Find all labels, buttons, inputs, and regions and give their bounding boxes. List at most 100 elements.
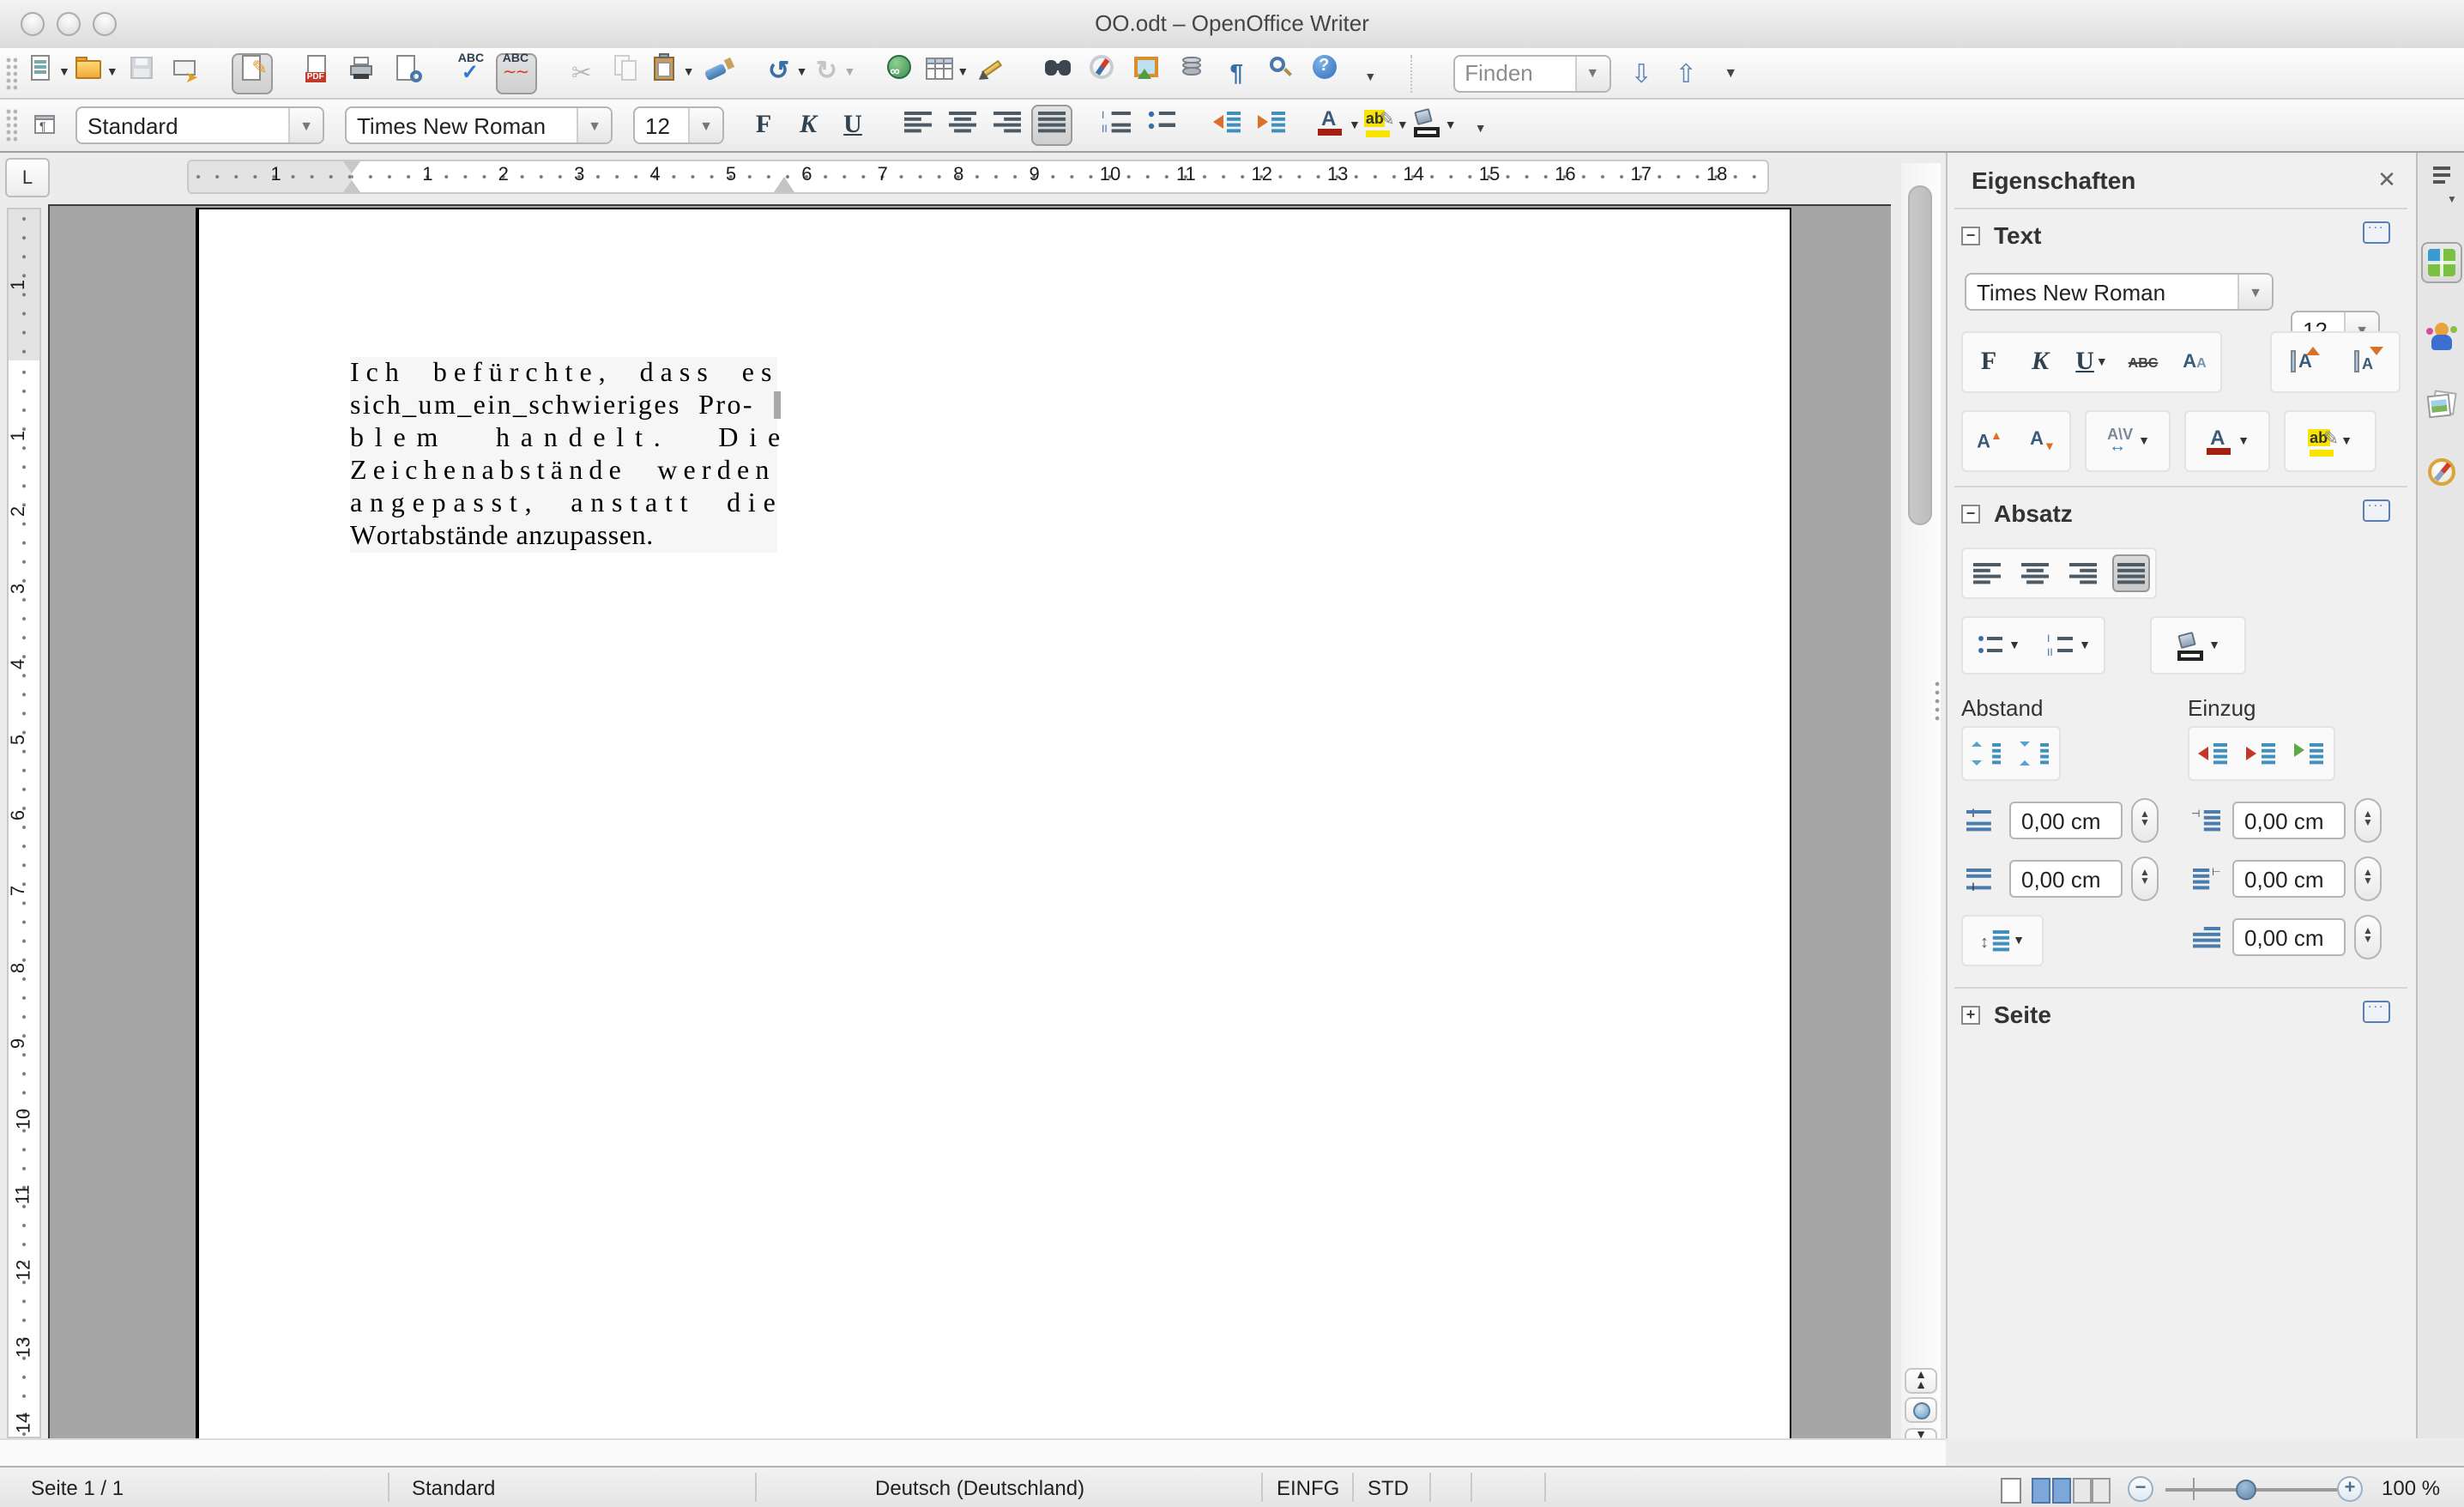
chevron-down-icon[interactable]: ▼	[2008, 639, 2020, 651]
chevron-down-icon[interactable]: ▼	[2340, 435, 2352, 447]
numbered-list-button[interactable]: I II	[1096, 105, 1138, 146]
tab-gallery[interactable]	[2421, 384, 2462, 426]
expand-icon[interactable]: +	[1961, 1005, 1980, 1024]
find-replace-button[interactable]	[1037, 52, 1078, 94]
collapse-icon[interactable]: −	[1961, 504, 1980, 523]
sidebar-font-name-combobox[interactable]: Times New Roman ▼	[1965, 273, 2274, 311]
status-language[interactable]: Deutsch (Deutschland)	[875, 1476, 1084, 1500]
help-button[interactable]: ?	[1305, 52, 1346, 94]
spacing-above-spinner[interactable]: ▲ ▼	[2131, 798, 2159, 843]
document-text-line[interactable]: Ich befürchte, dass es	[350, 357, 777, 390]
open-button[interactable]: ▼	[74, 52, 118, 94]
toolbar-overflow-button[interactable]: ▼	[1350, 52, 1391, 94]
paragraph-style-combobox[interactable]: Standard ▼	[75, 106, 324, 144]
spacing-below-field[interactable]: 0,00 cm	[2009, 860, 2123, 898]
zoom-button[interactable]	[1260, 52, 1301, 94]
align-left-button[interactable]	[897, 105, 939, 146]
character-spacing-button[interactable]: A\V ↔ ▼	[2105, 422, 2150, 460]
status-page[interactable]: Seite 1 / 1	[31, 1476, 124, 1500]
chevron-down-icon[interactable]: ▼	[796, 67, 808, 79]
spacing-above-field[interactable]: 0,00 cm	[2009, 802, 2123, 839]
document-page[interactable]: Ich befürchte, dass es sich_um_ein_schwie…	[199, 208, 1791, 1438]
spacing-below-spinner[interactable]: ▲ ▼	[2131, 856, 2159, 901]
chevron-down-icon[interactable]: ▼	[2096, 356, 2108, 368]
right-indent-marker[interactable]	[774, 177, 794, 192]
sidebar-align-right-button[interactable]	[2064, 554, 2102, 592]
insert-table-button[interactable]: ▼	[924, 52, 969, 94]
find-combobox[interactable]: Finden ▼	[1452, 54, 1611, 92]
indent-after-field[interactable]: 0,00 cm	[2232, 860, 2346, 898]
superscript-button[interactable]: A▲	[1971, 422, 2008, 460]
gallery-button[interactable]	[1126, 52, 1168, 94]
hanging-indent-button[interactable]	[2291, 735, 2328, 772]
tab-properties[interactable]	[2421, 242, 2462, 283]
chevron-down-icon[interactable]: ▼	[1445, 119, 1457, 131]
sidebar-close-button[interactable]: ✕	[2373, 166, 2401, 194]
font-size-combobox[interactable]: 12 ▼	[633, 106, 724, 144]
tab-stop-selector[interactable]: L	[5, 158, 50, 197]
document-text-line[interactable]: Wortabstände anzupassen.	[350, 520, 777, 553]
scrollbar-thumb[interactable]	[1908, 185, 1932, 525]
export-pdf-button[interactable]: PDF	[297, 52, 338, 94]
toolbar-drag-handle[interactable]	[5, 108, 17, 142]
decrease-indent-button[interactable]	[1206, 105, 1247, 146]
chevron-down-icon[interactable]: ▼	[844, 67, 856, 79]
sidebar-splitter-handle[interactable]	[1932, 680, 1942, 724]
spellcheck-button[interactable]: ABC ✓	[451, 52, 492, 94]
zoom-slider-thumb[interactable]	[2236, 1480, 2256, 1500]
redo-button[interactable]: ↻ ▼	[812, 52, 856, 94]
data-sources-button[interactable]	[1171, 52, 1212, 94]
chevron-down-icon[interactable]: ▼	[288, 108, 323, 142]
chevron-down-icon[interactable]: ▼	[2079, 639, 2091, 651]
horizontal-ruler[interactable]: 1 1 2 3 4 5 6 7 8 9 10 11 12 13 14 15 16 17 18	[187, 160, 1769, 194]
indent-after-spinner[interactable]: ▲ ▼	[2354, 856, 2382, 901]
chevron-down-icon[interactable]: ▼	[58, 67, 70, 79]
chevron-down-icon[interactable]: ▼	[1397, 119, 1409, 131]
indent-before-spinner[interactable]: ▲ ▼	[2354, 798, 2382, 843]
copy-button[interactable]	[606, 52, 647, 94]
cut-button[interactable]: ✂	[561, 52, 602, 94]
background-color-button[interactable]: ▼	[1412, 105, 1457, 146]
decrease-indent-button[interactable]	[2243, 735, 2280, 772]
grow-font-button[interactable]: A	[2285, 343, 2322, 381]
chevron-down-icon[interactable]: ▼	[957, 67, 969, 79]
increase-indent-button[interactable]	[2195, 735, 2232, 772]
vertical-scrollbar[interactable]: ▲▲ ▼▼	[1901, 163, 1941, 1454]
sidebar-align-center-button[interactable]	[2016, 554, 2054, 592]
find-previous-button[interactable]: ⇧	[1665, 52, 1706, 94]
paragraph-background-button[interactable]: ▼	[2176, 626, 2220, 664]
document-text-line[interactable]: sich_um_ein_schwieriges Pro-	[350, 390, 777, 422]
page-preview-button[interactable]	[386, 52, 427, 94]
chevron-down-icon[interactable]: ▼	[2208, 639, 2220, 651]
navigator-button[interactable]	[1082, 52, 1123, 94]
navigation-button[interactable]	[1905, 1397, 1937, 1423]
align-justify-button[interactable]	[1031, 105, 1072, 146]
bold-button[interactable]: F	[743, 105, 784, 146]
email-button[interactable]: ➤	[166, 52, 208, 94]
first-line-indent-field[interactable]: 0,00 cm	[2232, 918, 2346, 956]
sidebar-align-left-button[interactable]	[1968, 554, 2006, 592]
chevron-down-icon[interactable]: ▼	[683, 67, 695, 79]
sidebar-bold-button[interactable]: F	[1970, 343, 2008, 381]
sidebar-strikethrough-button[interactable]: ABC	[2124, 343, 2162, 381]
horizontal-scrollbar-track[interactable]	[0, 1438, 1946, 1466]
document-text-line[interactable]: Zeichenabstände werden	[350, 455, 777, 487]
chevron-down-icon[interactable]: ▼	[2238, 435, 2250, 447]
font-name-combobox[interactable]: Times New Roman ▼	[345, 106, 613, 144]
indent-marker-hourglass-bottom[interactable]	[343, 180, 360, 192]
format-paintbrush-button[interactable]	[698, 52, 740, 94]
chevron-down-icon[interactable]: ▼	[688, 108, 722, 142]
indent-marker-hourglass[interactable]	[343, 161, 360, 173]
align-center-button[interactable]	[942, 105, 983, 146]
sidebar-italic-button[interactable]: K	[2021, 343, 2059, 381]
single-page-view-icon[interactable]	[2001, 1478, 2021, 1507]
sidebar-underline-button[interactable]: U ▼	[2073, 343, 2111, 381]
text-dialog-launcher-icon[interactable]	[2363, 216, 2390, 244]
zoom-in-button[interactable]: +	[2337, 1476, 2363, 1502]
sidebar-numbered-list-button[interactable]: I II ▼	[2046, 626, 2091, 664]
chevron-down-icon[interactable]: ▼	[1574, 56, 1609, 90]
multi-page-view-icon[interactable]	[2032, 1478, 2071, 1507]
sidebar-case-button[interactable]: AA	[2176, 343, 2213, 381]
line-spacing-button[interactable]: ↕ ▼	[1980, 922, 2025, 959]
sidebar-align-justify-button[interactable]	[2112, 554, 2150, 592]
